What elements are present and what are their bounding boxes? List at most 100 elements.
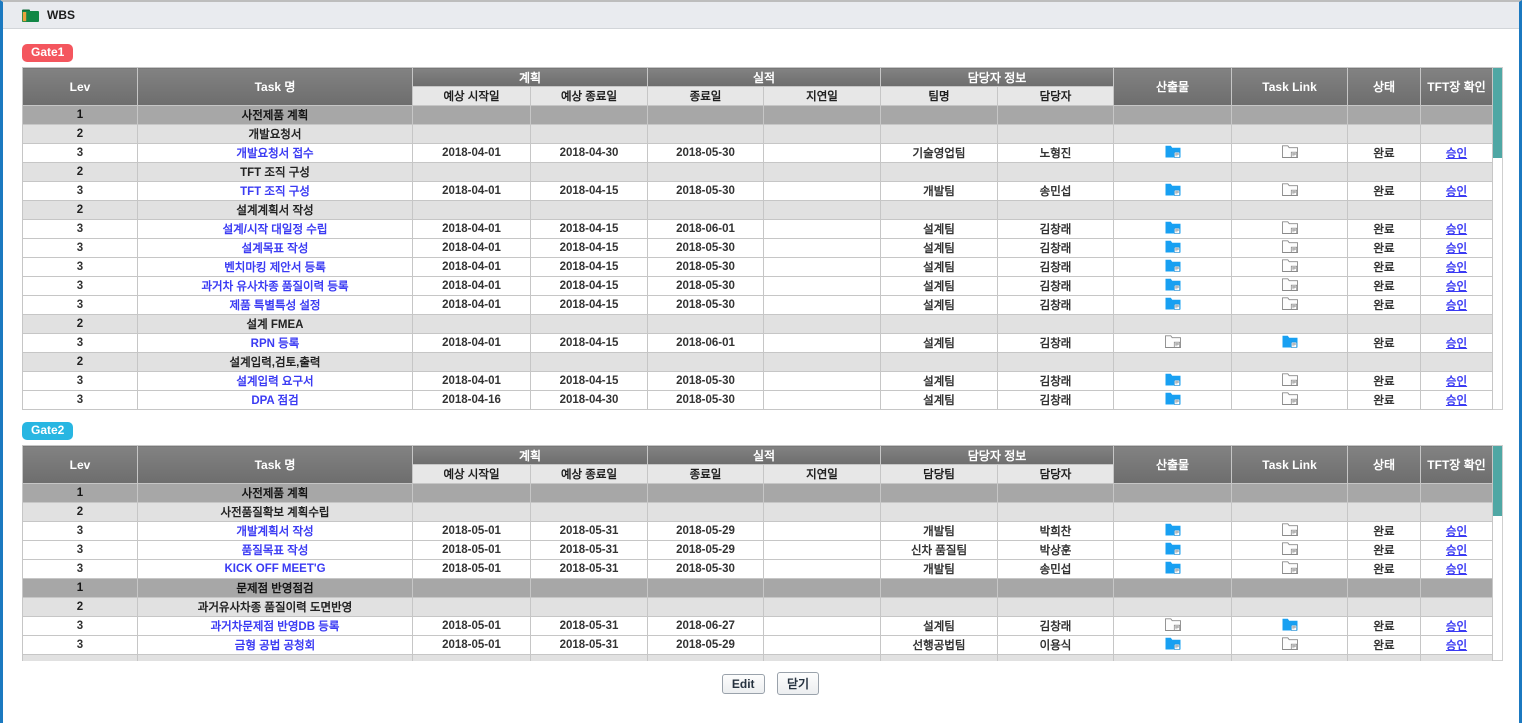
tft-approve-link[interactable]: 승인 [1446,262,1467,274]
task-link-folder-icon[interactable] [1282,183,1298,196]
task-link-folder-icon[interactable] [1282,335,1298,348]
output-folder-icon[interactable] [1165,278,1181,291]
table-row: 3개발요청서 접수2018-04-012018-04-302018-05-30기… [23,144,1493,163]
table-row: 2개발요청서 [23,125,1493,144]
tft-approve-link[interactable]: 승인 [1446,640,1467,652]
gate1-vertical-scrollbar[interactable] [1493,67,1503,410]
tft-cell: 승인 [1421,296,1493,315]
task-link-folder-icon[interactable] [1282,297,1298,310]
task-name-link[interactable]: 벤치마킹 제안서 등록 [224,262,326,274]
person-cell: 이용식 [998,636,1114,655]
output-folder-icon[interactable] [1165,561,1181,574]
team-cell: 설계팀 [881,277,998,296]
task-name-link[interactable]: 제품 특별특성 설정 [229,300,320,312]
plan-end-cell [531,106,648,125]
plan-end-cell [531,598,648,617]
output-folder-icon[interactable] [1165,145,1181,158]
wbs-window: WBS Gate1 LevTask 명계획실적담당자 정보산출물Task Lin… [0,0,1522,723]
tft-approve-link[interactable]: 승인 [1446,395,1467,407]
task-name-link[interactable]: TFT 조직 구성 [240,186,310,198]
output-folder-icon[interactable] [1165,183,1181,196]
lev-cell: 1 [23,579,138,598]
task-name-link[interactable]: 품질목표 작성 [242,545,309,557]
close-button[interactable]: 닫기 [777,672,819,695]
task-link-folder-icon[interactable] [1282,523,1298,536]
task-name-link[interactable]: 과거차 유사차종 품질이력 등록 [201,281,348,293]
task-name-link[interactable]: RPN 등록 [251,338,300,350]
actual-end-cell: 2018-06-01 [648,334,764,353]
scrollbar-thumb[interactable] [1493,68,1502,158]
task-link-folder-icon[interactable] [1282,618,1298,631]
output-folder-icon[interactable] [1165,297,1181,310]
task-name-link[interactable]: 금형 공법 공청회 [235,640,315,652]
output-folder-icon[interactable] [1165,523,1181,536]
tft-approve-link[interactable]: 승인 [1446,545,1467,557]
lev-cell: 1 [23,106,138,125]
tft-approve-link[interactable]: 승인 [1446,186,1467,198]
task-cell: 제품 특별특성 설정 [138,296,413,315]
task-name-link[interactable]: 설계입력 요구서 [236,376,313,388]
tft-approve-link[interactable]: 승인 [1446,621,1467,633]
edit-button[interactable]: Edit [722,674,765,694]
task-link-folder-icon[interactable] [1282,542,1298,555]
team-cell [881,125,998,144]
task-link-folder-icon[interactable] [1282,240,1298,253]
output-folder-icon[interactable] [1165,221,1181,234]
output-folder-icon[interactable] [1165,373,1181,386]
col-header-delay: 지연일 [764,465,881,484]
tft-approve-link[interactable]: 승인 [1446,224,1467,236]
gate2-vertical-scrollbar[interactable] [1493,445,1503,661]
output-folder-icon[interactable] [1165,618,1181,631]
output-cell [1114,258,1232,277]
plan-start-cell [413,125,531,144]
output-folder-icon[interactable] [1165,335,1181,348]
lev-cell: 3 [23,258,138,277]
task-name-link[interactable]: KICK OFF MEET'G [224,563,325,575]
output-folder-icon[interactable] [1165,259,1181,272]
team-cell [881,598,998,617]
tft-approve-link[interactable]: 승인 [1446,148,1467,160]
task-link-folder-icon[interactable] [1282,259,1298,272]
task-cell: 설계목표 작성 [138,239,413,258]
task-name-link[interactable]: DPA 점검 [251,395,298,407]
task-link-folder-icon[interactable] [1282,637,1298,650]
output-folder-icon[interactable] [1165,392,1181,405]
task-link-folder-icon[interactable] [1282,278,1298,291]
lev-cell: 3 [23,334,138,353]
task-link-folder-icon[interactable] [1282,561,1298,574]
tft-cell [1421,106,1493,125]
tft-cell [1421,125,1493,144]
task-name-link[interactable]: 개발계획서 작성 [236,526,313,538]
status-cell [1348,503,1421,522]
tft-approve-link[interactable]: 승인 [1446,376,1467,388]
task-name-link[interactable]: 개발요청서 접수 [236,148,313,160]
tft-cell: 승인 [1421,144,1493,163]
plan-start-cell: 2018-05-01 [413,617,531,636]
tft-approve-link[interactable]: 승인 [1446,564,1467,576]
tft-approve-link[interactable]: 승인 [1446,281,1467,293]
task-name-link[interactable]: 과거차문제점 반영DB 등록 [211,621,340,633]
task-name-link[interactable]: 설계/시작 대일정 수립 [223,224,328,236]
output-folder-icon[interactable] [1165,637,1181,650]
table-row: 3개발계획서 작성2018-05-012018-05-312018-05-29개… [23,522,1493,541]
col-header-output: 산출물 [1114,68,1232,106]
task-link-folder-icon[interactable] [1282,221,1298,234]
status-cell: 완료 [1348,220,1421,239]
output-folder-icon[interactable] [1165,240,1181,253]
task-link-folder-icon[interactable] [1282,392,1298,405]
delay-cell [764,201,881,220]
delay-cell [764,182,881,201]
output-folder-icon[interactable] [1165,542,1181,555]
task-link-folder-icon[interactable] [1282,145,1298,158]
empty-cell [138,655,413,661]
scrollbar-thumb[interactable] [1493,446,1502,516]
task-link-folder-icon[interactable] [1282,373,1298,386]
delay-cell [764,560,881,579]
tft-approve-link[interactable]: 승인 [1446,526,1467,538]
tft-approve-link[interactable]: 승인 [1446,243,1467,255]
tft-approve-link[interactable]: 승인 [1446,338,1467,350]
tft-approve-link[interactable]: 승인 [1446,300,1467,312]
task-name-link[interactable]: 설계목표 작성 [242,243,309,255]
person-cell [998,598,1114,617]
person-cell [998,353,1114,372]
